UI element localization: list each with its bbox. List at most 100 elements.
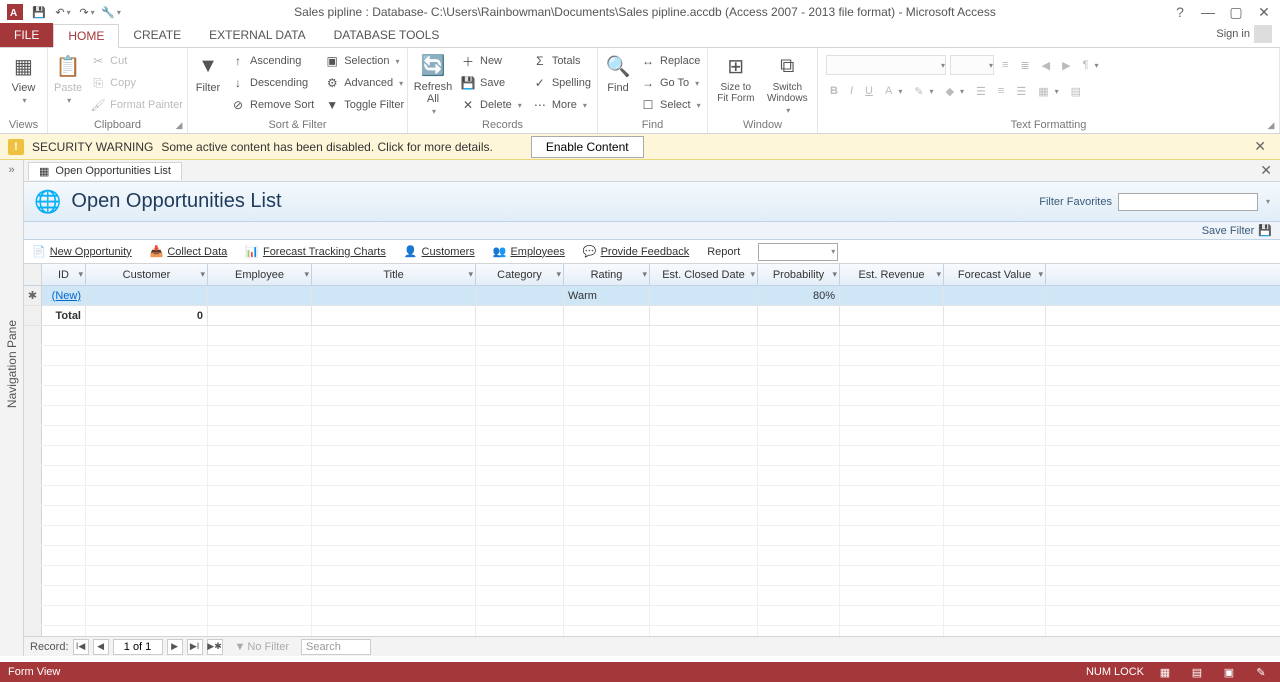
- security-close-button[interactable]: ✕: [1248, 136, 1272, 157]
- ascending-button[interactable]: ↑Ascending: [226, 50, 318, 72]
- file-tab[interactable]: FILE: [0, 23, 53, 47]
- feedback-link[interactable]: 💬Provide Feedback: [583, 245, 689, 258]
- customers-link[interactable]: 👤Customers: [404, 245, 475, 258]
- cell-rating[interactable]: Warm: [564, 286, 650, 305]
- cell-title[interactable]: [312, 286, 476, 305]
- qat-custom-icon[interactable]: 🔧▾: [100, 1, 122, 23]
- row-selector[interactable]: [24, 306, 42, 325]
- record-search-input[interactable]: [301, 639, 371, 655]
- refresh-all-button[interactable]: 🔄 Refresh All▾: [412, 50, 454, 118]
- size-to-fit-button[interactable]: ⊞ Size to Fit Form: [712, 50, 760, 118]
- col-employee[interactable]: Employee▾: [208, 264, 312, 285]
- font-color-button[interactable]: A▾: [881, 80, 906, 102]
- selection-button[interactable]: ▣Selection▾: [320, 50, 408, 72]
- align-center-button[interactable]: ≡: [994, 80, 1008, 102]
- create-tab[interactable]: CREATE: [119, 23, 195, 47]
- goto-button[interactable]: →Go To▾: [636, 72, 705, 94]
- sign-in-link[interactable]: Sign in: [1208, 21, 1280, 47]
- new-record-row[interactable]: ✱ (New) Warm 80%: [24, 286, 1280, 306]
- advanced-button[interactable]: ⚙Advanced▾: [320, 72, 408, 94]
- gridlines-button[interactable]: ▦▾: [1034, 80, 1062, 102]
- row-selector[interactable]: ✱: [24, 286, 42, 305]
- save-filter-link[interactable]: Save Filter: [1202, 225, 1255, 237]
- last-record-button[interactable]: ▶I: [187, 639, 203, 655]
- design-view-button[interactable]: ✎: [1250, 664, 1272, 680]
- clipboard-launcher[interactable]: ◢: [173, 119, 185, 131]
- cell-probability[interactable]: 80%: [758, 286, 840, 305]
- filter-favorites-combo[interactable]: [1118, 193, 1258, 211]
- external-data-tab[interactable]: EXTERNAL DATA: [195, 23, 319, 47]
- close-tab-button[interactable]: ✕: [1252, 160, 1280, 181]
- find-button[interactable]: 🔍 Find: [602, 50, 634, 118]
- maximize-button[interactable]: ▢: [1224, 2, 1248, 22]
- col-closed-date[interactable]: Est. Closed Date▾: [650, 264, 758, 285]
- col-customer[interactable]: Customer▾: [86, 264, 208, 285]
- record-position-input[interactable]: [113, 639, 163, 655]
- totals-button[interactable]: ΣTotals: [528, 50, 595, 72]
- filter-button[interactable]: ▼ Filter: [192, 50, 224, 118]
- font-name-combo[interactable]: ▾: [826, 55, 946, 75]
- font-size-combo[interactable]: ▾: [950, 55, 994, 75]
- col-revenue[interactable]: Est. Revenue▾: [840, 264, 944, 285]
- select-button[interactable]: ☐Select▾: [636, 94, 705, 116]
- increase-indent-button[interactable]: ▶: [1058, 54, 1074, 76]
- paste-button[interactable]: 📋 Paste ▾: [52, 50, 84, 118]
- select-all-button[interactable]: [24, 264, 42, 285]
- remove-sort-button[interactable]: ⊘Remove Sort: [226, 94, 318, 116]
- decrease-indent-button[interactable]: ◀: [1038, 54, 1054, 76]
- toggle-filter-button[interactable]: ▼Toggle Filter: [320, 94, 408, 116]
- alternate-row-button[interactable]: ▤: [1067, 80, 1085, 102]
- replace-button[interactable]: ↔Replace: [636, 50, 705, 72]
- access-app-icon[interactable]: A: [4, 1, 26, 23]
- bullets-button[interactable]: ≡: [998, 54, 1012, 76]
- collect-data-link[interactable]: 📥Collect Data: [150, 245, 228, 258]
- col-rating[interactable]: Rating▾: [564, 264, 650, 285]
- bold-button[interactable]: B: [826, 80, 842, 102]
- new-id-link[interactable]: (New): [52, 290, 81, 302]
- view-button[interactable]: ▦ View ▾: [4, 50, 43, 118]
- forecast-charts-link[interactable]: 📊Forecast Tracking Charts: [245, 245, 386, 258]
- copy-button[interactable]: ⎘Copy: [86, 72, 187, 94]
- next-record-button[interactable]: ▶: [167, 639, 183, 655]
- delete-record-button[interactable]: ✕Delete▾: [456, 94, 526, 116]
- text-direction-button[interactable]: ¶▾: [1079, 54, 1103, 76]
- datasheet-view-button[interactable]: ▤: [1186, 664, 1208, 680]
- security-message[interactable]: Some active content has been disabled. C…: [161, 140, 493, 154]
- new-record-nav-button[interactable]: ▶✱: [207, 639, 223, 655]
- col-title[interactable]: Title▾: [312, 264, 476, 285]
- align-right-button[interactable]: ☰: [1012, 80, 1030, 102]
- cell-forecast[interactable]: [944, 286, 1046, 305]
- col-forecast[interactable]: Forecast Value▾: [944, 264, 1046, 285]
- text-formatting-launcher[interactable]: ◢: [1265, 119, 1277, 131]
- cell-closed-date[interactable]: [650, 286, 758, 305]
- first-record-button[interactable]: I◀: [73, 639, 89, 655]
- undo-icon[interactable]: ↶▾: [52, 1, 74, 23]
- numbering-button[interactable]: ≣: [1016, 54, 1033, 76]
- database-tools-tab[interactable]: DATABASE TOOLS: [320, 23, 454, 47]
- redo-icon[interactable]: ↷▾: [76, 1, 98, 23]
- highlight-button[interactable]: ✎▾: [910, 80, 937, 102]
- cell-employee[interactable]: [208, 286, 312, 305]
- save-record-button[interactable]: 💾Save: [456, 72, 526, 94]
- employees-link[interactable]: 👥Employees: [493, 245, 565, 258]
- document-tab[interactable]: ▦ Open Opportunities List: [28, 162, 182, 180]
- align-left-button[interactable]: ☰: [972, 80, 990, 102]
- filter-favorites-dropdown[interactable]: ▾: [1266, 197, 1270, 206]
- prev-record-button[interactable]: ◀: [93, 639, 109, 655]
- cell-category[interactable]: [476, 286, 564, 305]
- report-combo[interactable]: ▾: [758, 243, 838, 261]
- enable-content-button[interactable]: Enable Content: [531, 136, 644, 158]
- col-category[interactable]: Category▾: [476, 264, 564, 285]
- col-probability[interactable]: Probability▾: [758, 264, 840, 285]
- italic-button[interactable]: I: [846, 80, 857, 102]
- form-view-button[interactable]: ▦: [1154, 664, 1176, 680]
- spelling-button[interactable]: ✓Spelling: [528, 72, 595, 94]
- expand-nav-button[interactable]: »: [4, 160, 18, 180]
- navigation-pane-label[interactable]: Navigation Pane: [5, 320, 19, 408]
- minimize-button[interactable]: —: [1196, 2, 1220, 22]
- descending-button[interactable]: ↓Descending: [226, 72, 318, 94]
- col-id[interactable]: ID▾: [42, 264, 86, 285]
- fill-color-button[interactable]: ◆▾: [942, 80, 968, 102]
- cell-customer[interactable]: [86, 286, 208, 305]
- close-button[interactable]: ✕: [1252, 2, 1276, 22]
